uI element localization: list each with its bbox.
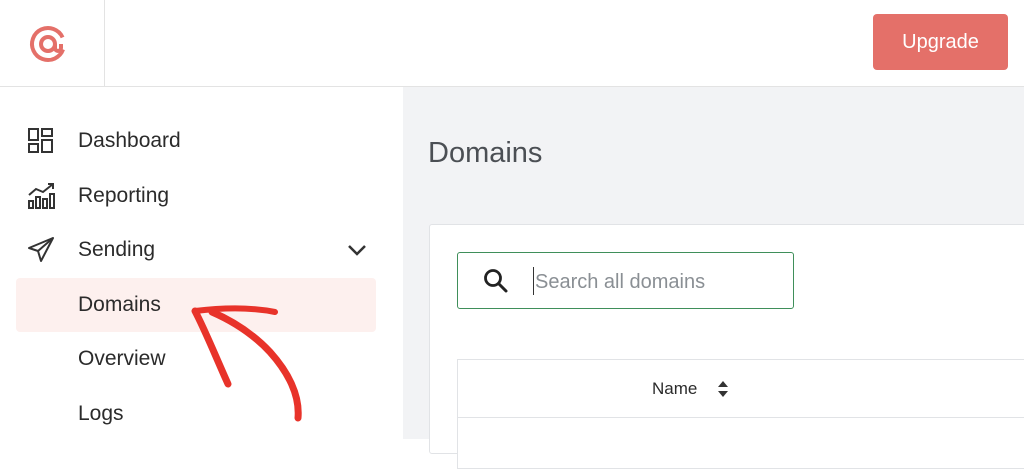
sidebar: Dashboard Reporting Sending Domains Over… bbox=[0, 87, 403, 439]
sidebar-item-dashboard[interactable]: Dashboard bbox=[0, 116, 403, 166]
logo-cell bbox=[0, 0, 105, 87]
sidebar-subitem-label: Overview bbox=[78, 347, 166, 370]
upgrade-button[interactable]: Upgrade bbox=[873, 14, 1008, 70]
sidebar-subitem-overview[interactable]: Overview bbox=[16, 332, 376, 386]
search-box[interactable] bbox=[457, 252, 794, 309]
domains-table: Name bbox=[457, 359, 1024, 469]
paper-plane-icon bbox=[28, 237, 54, 262]
dashboard-icon bbox=[28, 128, 53, 153]
sidebar-item-label: Dashboard bbox=[78, 129, 181, 152]
reporting-chart-icon bbox=[28, 183, 55, 209]
sidebar-item-reporting[interactable]: Reporting bbox=[0, 171, 403, 221]
main-content: Domains Name bbox=[403, 87, 1024, 469]
top-bar: Upgrade bbox=[0, 0, 1024, 87]
at-sign-logo-icon[interactable] bbox=[28, 24, 68, 64]
domains-card: Name bbox=[429, 224, 1024, 469]
sidebar-subitem-domains[interactable]: Domains bbox=[16, 278, 376, 332]
sidebar-item-sending[interactable]: Sending bbox=[0, 225, 403, 275]
sidebar-subitem-label: Domains bbox=[78, 293, 161, 316]
page-title: Domains bbox=[428, 137, 543, 169]
sidebar-item-label: Sending bbox=[78, 238, 156, 261]
search-input[interactable] bbox=[533, 265, 777, 299]
search-icon bbox=[484, 269, 508, 293]
sort-icon[interactable] bbox=[716, 379, 730, 399]
sidebar-subitem-logs[interactable]: Logs bbox=[16, 387, 376, 441]
chevron-down-icon[interactable] bbox=[344, 237, 370, 263]
table-header: Name bbox=[458, 360, 1024, 418]
sidebar-item-label: Reporting bbox=[78, 184, 170, 207]
sidebar-subitem-label: Logs bbox=[78, 402, 124, 425]
column-header-name[interactable]: Name bbox=[652, 379, 697, 399]
